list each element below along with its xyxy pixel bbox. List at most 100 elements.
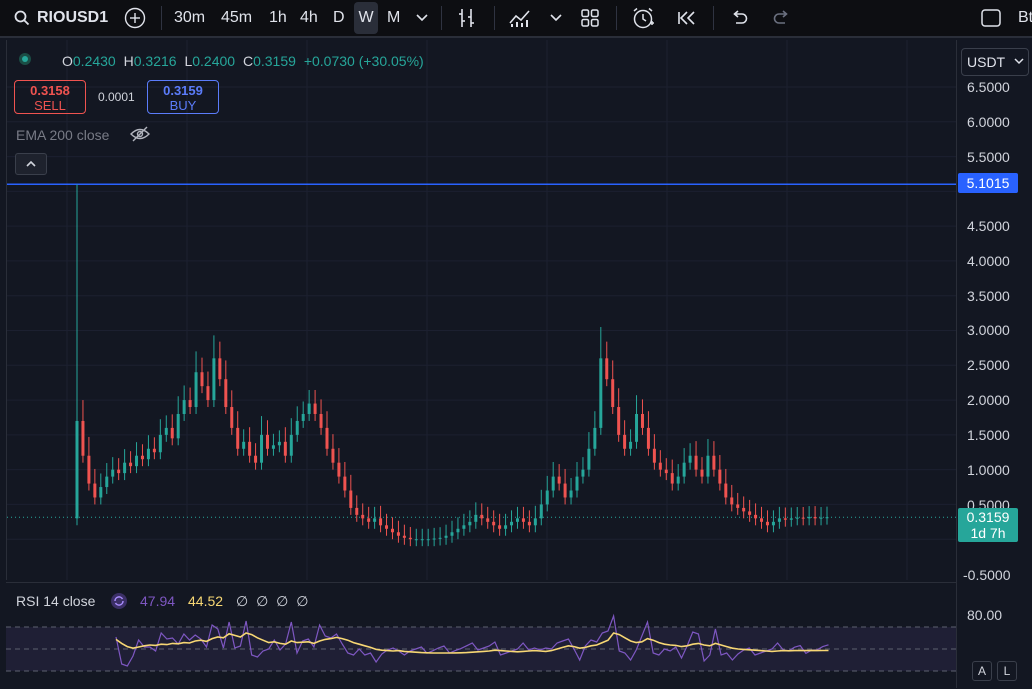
candle-body: [521, 518, 525, 522]
candle-body: [587, 448, 591, 470]
candle-body: [718, 469, 722, 484]
candle-body: [111, 469, 115, 477]
fullscreen-icon[interactable]: [980, 0, 1002, 36]
symbol-selector[interactable]: RIOUSD1: [37, 0, 108, 36]
rsi-axis-tick: 80.00: [967, 607, 1003, 623]
auto-scale-button[interactable]: A: [972, 661, 992, 681]
close-label: C: [242, 53, 254, 69]
ema-indicator-label[interactable]: EMA 200 close: [16, 127, 109, 143]
candle-body: [498, 525, 502, 529]
candle-body: [176, 413, 180, 439]
chart-type-icon[interactable]: [456, 0, 478, 36]
axis-tick: 2.5000: [967, 357, 1010, 373]
candlestick-chart: [7, 40, 957, 580]
replay-icon[interactable]: [676, 0, 700, 36]
candle-body: [480, 514, 484, 519]
interval-45m[interactable]: 45m: [221, 0, 252, 36]
candle-body: [438, 537, 442, 539]
candle-body: [635, 413, 639, 442]
open-value: 0.2430: [72, 53, 116, 69]
interval-1h[interactable]: 1h: [269, 0, 287, 36]
candle-body: [563, 483, 567, 498]
candle-body: [754, 514, 758, 519]
candle-body: [396, 532, 400, 536]
search-icon[interactable]: [12, 0, 32, 36]
eye-hidden-icon[interactable]: [130, 126, 150, 142]
buy-label: BUY: [169, 98, 197, 113]
candle-body: [373, 518, 377, 522]
price-chart-pane[interactable]: [6, 40, 957, 580]
add-compare-icon[interactable]: [122, 0, 148, 36]
axis-tick: 6.0000: [967, 114, 1010, 130]
sell-button[interactable]: 0.3158 SELL: [14, 80, 86, 114]
alert-clock-icon[interactable]: [630, 0, 656, 36]
candle-body: [504, 525, 508, 529]
candle-body: [200, 372, 204, 387]
candle-body: [123, 462, 127, 474]
interval-d[interactable]: D: [333, 0, 345, 36]
interval-m[interactable]: M: [387, 0, 400, 36]
hline-price-label[interactable]: 5.1015: [958, 173, 1018, 193]
chevron-down-icon[interactable]: [548, 0, 564, 36]
separator: [713, 6, 714, 30]
candle-body: [682, 462, 686, 477]
refresh-icon[interactable]: [110, 592, 128, 610]
rsi-value: 47.94: [140, 593, 176, 609]
interval-4h[interactable]: 4h: [300, 0, 318, 36]
candle-body: [236, 427, 240, 449]
candle-body: [212, 358, 216, 401]
candle-body: [224, 379, 228, 408]
candle-body: [646, 427, 650, 449]
price-axis[interactable]: USDT 6.5000 6.0000 5.5000 4.5000 4.0000 …: [956, 40, 1032, 688]
currency-selector[interactable]: USDT: [961, 48, 1029, 76]
undo-icon[interactable]: [729, 0, 749, 36]
redo-icon[interactable]: [772, 0, 792, 36]
separator: [441, 6, 442, 30]
candle-body: [331, 448, 335, 463]
candle-body: [456, 528, 460, 533]
candle-body: [664, 469, 668, 474]
candle-body: [206, 386, 210, 401]
separator: [494, 6, 495, 30]
candle-body: [611, 379, 615, 408]
interval-w[interactable]: W: [354, 2, 378, 34]
layout-grid-icon[interactable]: [578, 0, 602, 36]
candle-body: [569, 490, 573, 498]
axis-tick: 4.0000: [967, 253, 1010, 269]
log-scale-button[interactable]: L: [997, 661, 1017, 681]
candle-body: [194, 372, 198, 408]
rsi-legend: RSI 14 close: [16, 593, 95, 609]
candle-body: [337, 462, 341, 477]
axis-tick: 4.5000: [967, 218, 1010, 234]
candle-body: [771, 521, 775, 526]
candle-body: [658, 462, 662, 470]
high-label: H: [123, 53, 134, 69]
candle-body: [730, 497, 734, 505]
candle-body: [129, 462, 133, 467]
candle-body: [629, 441, 633, 449]
candle-body: [152, 448, 156, 453]
candle-body: [343, 476, 347, 491]
candle-body: [765, 521, 769, 526]
candle-body: [93, 483, 97, 498]
buy-button[interactable]: 0.3159 BUY: [147, 80, 219, 114]
top-toolbar: RIOUSD1 30m 45m 1h 4h D W M Bt: [0, 0, 1032, 38]
candle-body: [283, 441, 287, 456]
candle-body: [807, 516, 811, 519]
candle-body: [361, 514, 365, 519]
candle-body: [825, 517, 829, 519]
candle-body: [265, 434, 269, 449]
candle-body: [260, 434, 264, 463]
overflow-text: Bt: [1018, 9, 1032, 26]
candle-body: [474, 514, 478, 522]
interval-30m[interactable]: 30m: [174, 0, 205, 36]
collapse-legend-button[interactable]: [15, 153, 47, 175]
chevron-down-icon[interactable]: [414, 0, 430, 36]
candle-body: [414, 539, 418, 541]
candle-body: [218, 358, 222, 380]
candle-body: [367, 518, 371, 522]
indicators-icon[interactable]: [507, 0, 533, 36]
axis-tick: 3.0000: [967, 322, 1010, 338]
candle-body: [432, 538, 436, 540]
candle-body: [289, 434, 293, 456]
